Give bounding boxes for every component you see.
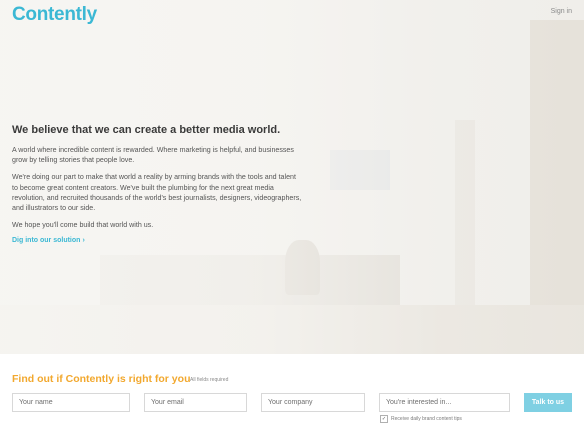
hero-section: Contently Sign in We believe that we can… bbox=[0, 0, 584, 354]
daily-tips-checkbox[interactable]: ✓ bbox=[380, 415, 388, 423]
required-note: All fields required bbox=[190, 377, 229, 383]
daily-tips-option: ✓ Receive daily brand content tips bbox=[380, 415, 462, 423]
company-input[interactable]: Your company bbox=[261, 393, 365, 412]
name-input[interactable]: Your name bbox=[12, 393, 130, 412]
hero-paragraph-1: A world where incredible content is rewa… bbox=[12, 146, 294, 165]
dig-into-solution-label: Dig into our solution bbox=[12, 237, 81, 245]
hero-headline: We believe that we can create a better m… bbox=[12, 124, 281, 136]
contently-logo[interactable]: Contently bbox=[12, 4, 97, 26]
hero-content: We believe that we can create a better m… bbox=[12, 124, 302, 244]
talk-to-us-button[interactable]: Talk to us bbox=[524, 393, 572, 412]
hero-paragraph-3: We hope you'll come build that world wit… bbox=[12, 221, 154, 230]
hero-paragraph-2: We're doing our part to make that world … bbox=[12, 173, 302, 213]
daily-tips-label: Receive daily brand content tips bbox=[391, 416, 462, 422]
form-title: Find out if Contently is right for you bbox=[12, 373, 191, 385]
dig-into-solution-link[interactable]: Dig into our solution › bbox=[12, 237, 302, 244]
interest-select[interactable]: You're interested in... bbox=[379, 393, 510, 412]
email-input[interactable]: Your email bbox=[144, 393, 247, 412]
signin-link[interactable]: Sign in bbox=[551, 8, 572, 15]
chevron-right-icon: › bbox=[82, 237, 85, 245]
